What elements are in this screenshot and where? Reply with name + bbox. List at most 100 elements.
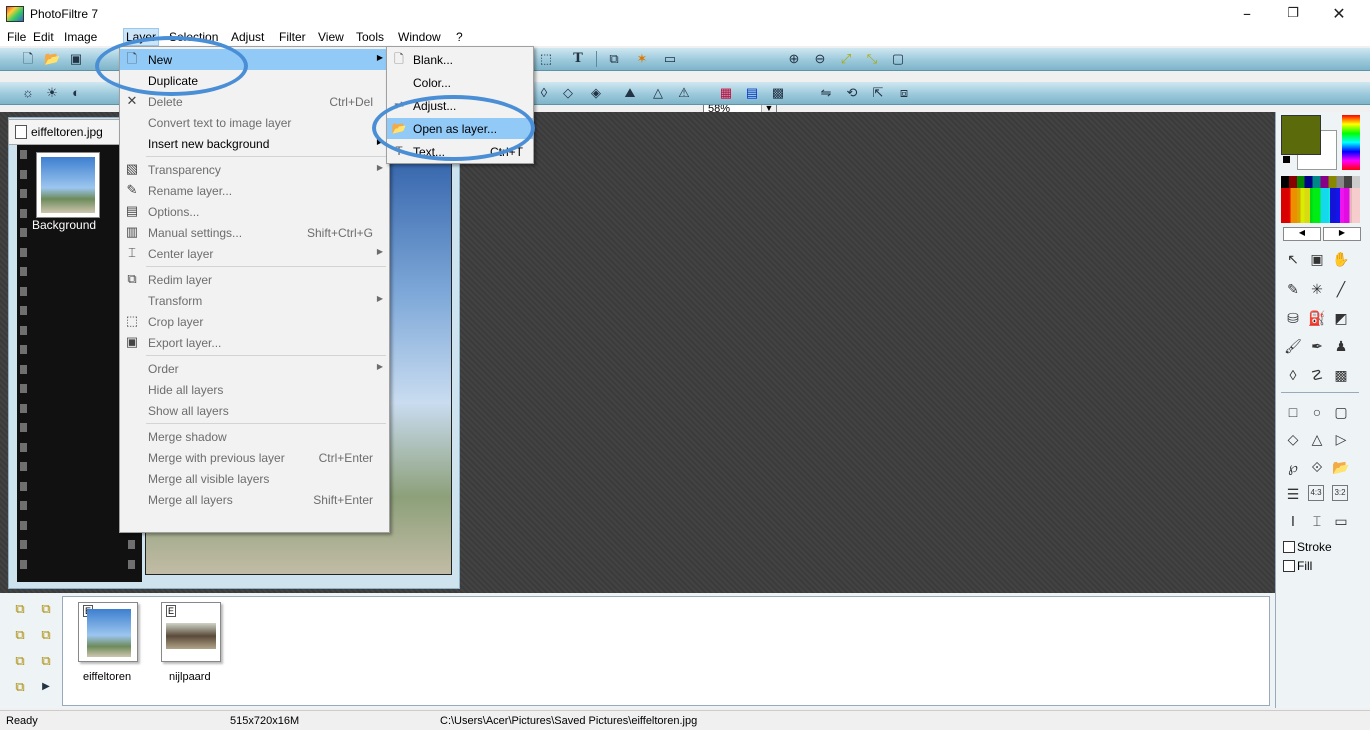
lines-icon[interactable]: ☰	[1284, 485, 1302, 503]
fill-bucket-icon[interactable]: ⛁	[1284, 309, 1302, 327]
layer-menu-item-merge-with-previous-layer[interactable]: Merge with previous layer Ctrl+Enter	[120, 447, 389, 468]
emboss-icon[interactable]: ⛰	[622, 85, 638, 101]
layer-menu-item-transform[interactable]: Transform ▶	[120, 290, 389, 311]
hand-icon[interactable]: ✋	[1332, 250, 1350, 268]
layer-down-icon[interactable]: ⧉	[38, 627, 54, 643]
layer-merge-icon[interactable]: ⧉	[12, 653, 28, 669]
color-palette-bright[interactable]	[1281, 188, 1360, 223]
layer-menu-item-manual-settings[interactable]: ▥ Manual settings... Shift+Ctrl+G	[120, 222, 389, 243]
gamma-icon[interactable]: ◐	[68, 85, 84, 101]
fit-icon[interactable]: ⤢	[838, 51, 854, 67]
resize-icon[interactable]: ⇱	[870, 85, 886, 101]
maximize-button[interactable]: ❐	[1270, 0, 1316, 28]
selection-icon[interactable]: ⬚	[538, 51, 554, 67]
diamond-icon[interactable]: ◇	[1284, 430, 1302, 448]
actual-size-icon[interactable]: ⤡	[864, 51, 880, 67]
rectangle-icon[interactable]: □	[1284, 403, 1302, 421]
fullscreen-icon[interactable]: ▢	[890, 51, 906, 67]
palette-prev-button[interactable]: ◀	[1283, 227, 1321, 241]
thumbnail-nijlpaard[interactable]: E	[161, 602, 221, 662]
spray-icon[interactable]: ⛽	[1308, 309, 1326, 327]
thumbnail-eiffeltoren[interactable]: E	[78, 602, 138, 662]
menu-filter[interactable]: Filter	[278, 30, 307, 44]
menu-edit[interactable]: Edit	[32, 30, 55, 44]
menu-view[interactable]: View	[317, 30, 345, 44]
layer-copy-icon[interactable]: ⧉	[38, 601, 54, 617]
smudge-icon[interactable]: ☡	[1308, 366, 1326, 384]
advanced-brush-icon[interactable]: ✒	[1308, 337, 1326, 355]
layer-menu-item-merge-shadow[interactable]: Merge shadow	[120, 426, 389, 447]
triangle-icon[interactable]: △	[650, 85, 666, 101]
layers-icon[interactable]: ⧉	[606, 51, 622, 67]
color-adjust-icon[interactable]: ▦	[718, 85, 734, 101]
menu-window[interactable]: Window	[397, 30, 442, 44]
document-tab[interactable]: eiffeltoren.jpg	[8, 119, 120, 145]
ratio-32-icon[interactable]: 3:2	[1332, 485, 1348, 501]
save-icon[interactable]: ▣	[68, 51, 84, 67]
layer-menu-item-redim-layer[interactable]: ⧉ Redim layer	[120, 269, 389, 290]
foreground-color-swatch[interactable]	[1281, 115, 1321, 155]
layer-menu-item-hide-all-layers[interactable]: Hide all layers	[120, 379, 389, 400]
rounded-rect-icon[interactable]: ▢	[1332, 403, 1350, 421]
stroke-checkbox[interactable]	[1283, 541, 1295, 553]
stamp-icon[interactable]: ♟	[1332, 337, 1350, 355]
hue-bar[interactable]	[1342, 115, 1360, 170]
fill-checkbox[interactable]	[1283, 560, 1295, 572]
blur-icon[interactable]: ◈	[588, 85, 604, 101]
minimize-button[interactable]: –	[1224, 0, 1270, 28]
rotate-icon[interactable]: ⟲	[844, 85, 860, 101]
arrow-shape-icon[interactable]: ▷	[1332, 430, 1350, 448]
layer-options-icon[interactable]: ⧉	[12, 679, 28, 695]
layer-menu-item-options[interactable]: ▤ Options...	[120, 201, 389, 222]
effects-icon[interactable]: ✶	[634, 51, 650, 67]
clone-icon[interactable]: ▩	[1332, 366, 1350, 384]
polygon-icon[interactable]: ⟐	[1308, 458, 1326, 476]
layer-menu-item-center-layer[interactable]: ⌶ Center layer ▶	[120, 243, 389, 264]
layer-menu-item-convert-text-to-image-layer[interactable]: Convert text to image layer	[120, 112, 389, 133]
flip-icon[interactable]: ⇋	[818, 85, 834, 101]
rgb-icon[interactable]: ▤	[744, 85, 760, 101]
lasso-icon[interactable]: ℘	[1284, 458, 1302, 476]
blur-drop-icon[interactable]: ◊	[1284, 366, 1302, 384]
grayscale-icon[interactable]: ▩	[770, 85, 786, 101]
magic-wand-icon[interactable]: ✳	[1308, 280, 1326, 298]
window-tool-icon[interactable]: ▭	[1332, 512, 1350, 530]
open-folder-icon[interactable]: 📂	[1332, 458, 1350, 476]
close-button[interactable]: ✕	[1316, 0, 1362, 28]
window-icon[interactable]: ▭	[662, 51, 678, 67]
layer-menu-item-insert-new-background[interactable]: Insert new background ▶	[120, 133, 389, 154]
warning-icon[interactable]: ⚠	[676, 85, 692, 101]
zoom-out-icon[interactable]: ⊖	[812, 51, 828, 67]
layer-menu-item-transparency[interactable]: ▧ Transparency ▶	[120, 159, 389, 180]
text-frame-icon[interactable]: Ⅰ	[1284, 512, 1302, 530]
ellipse-icon[interactable]: ○	[1308, 403, 1326, 421]
ratio-43-icon[interactable]: 4:3	[1308, 485, 1324, 501]
eyedropper-icon[interactable]: ✎	[1284, 280, 1302, 298]
eraser-icon[interactable]: ◩	[1332, 309, 1350, 327]
layer-menu-item-export-layer[interactable]: ▣ Export layer...	[120, 332, 389, 353]
panel-expand-icon[interactable]: ▶	[38, 679, 54, 695]
layer-menu-item-rename-layer[interactable]: ✎ Rename layer...	[120, 180, 389, 201]
selection-tool-icon[interactable]: ▣	[1308, 250, 1326, 268]
zoom-in-icon[interactable]: ⊕	[786, 51, 802, 67]
sharpen-icon[interactable]: ◇	[560, 85, 576, 101]
layer-delete-icon[interactable]: ⧉	[38, 653, 54, 669]
layer-menu-item-merge-all-visible-layers[interactable]: Merge all visible layers	[120, 468, 389, 489]
default-colors-icon[interactable]	[1283, 156, 1290, 163]
pointer-icon[interactable]: ↖	[1284, 250, 1302, 268]
triangle-icon[interactable]: △	[1308, 430, 1326, 448]
brightness-icon[interactable]: ☼	[20, 85, 36, 101]
menu-adjust[interactable]: Adjust	[230, 30, 265, 44]
contrast-icon[interactable]: ☀	[44, 85, 60, 101]
drop-icon[interactable]: ◊	[536, 85, 552, 101]
layer-up-icon[interactable]: ⧉	[12, 627, 28, 643]
menu-image[interactable]: Image	[63, 30, 98, 44]
layer-menu-item-crop-layer[interactable]: ⬚ Crop layer	[120, 311, 389, 332]
brush-icon[interactable]: 🖌	[1284, 337, 1302, 355]
line-icon[interactable]: ╱	[1332, 280, 1350, 298]
menu-tools[interactable]: Tools	[355, 30, 385, 44]
canvas-icon[interactable]: ⧈	[896, 85, 912, 101]
layer-menu-item-show-all-layers[interactable]: Show all layers	[120, 400, 389, 421]
new-submenu-item-color[interactable]: Color...	[387, 72, 533, 93]
center-tool-icon[interactable]: ⌶	[1308, 512, 1326, 530]
